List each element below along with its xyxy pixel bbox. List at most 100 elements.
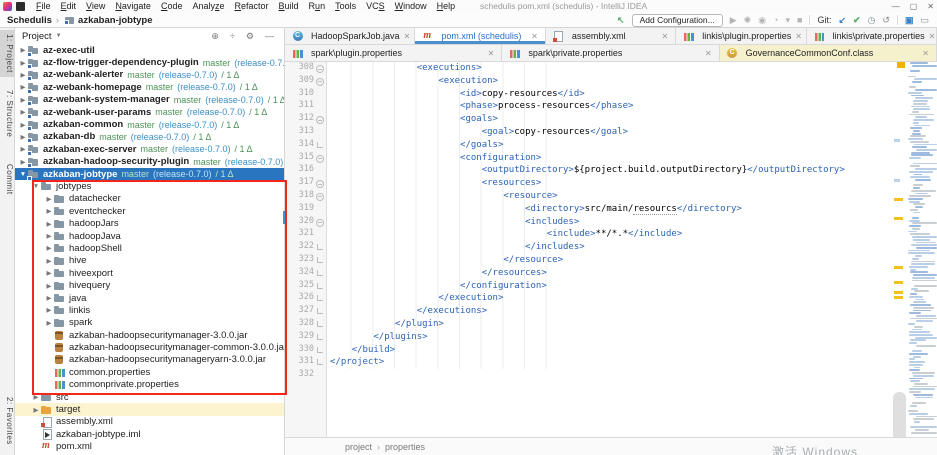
close-icon[interactable]: ✕ — [922, 49, 929, 58]
fold-end-icon[interactable] — [317, 142, 323, 148]
tree-item-hive[interactable]: ▶hive — [15, 255, 284, 267]
warning-mark[interactable] — [894, 179, 900, 182]
menu-window[interactable]: Window — [390, 0, 432, 13]
tree-item-java[interactable]: ▶java — [15, 292, 284, 304]
close-icon[interactable]: ✕ — [488, 49, 495, 58]
tree-item-azkaban-common[interactable]: ▶azkaban-commonmaster(release-0.7.0)/ 1 … — [15, 118, 284, 130]
tool-window-icon[interactable]: ▭ — [920, 13, 929, 27]
close-icon[interactable]: ✕ — [531, 32, 538, 41]
minimize-icon[interactable]: — — [892, 2, 900, 11]
editor-tab-spark-plugin.properties[interactable]: spark\plugin.properties✕ — [285, 45, 502, 61]
gear-icon[interactable]: ⚙ — [246, 31, 254, 42]
menu-code[interactable]: Code — [156, 0, 188, 13]
editor-tab-HadoopSparkJob.java[interactable]: HadoopSparkJob.java✕ — [285, 28, 415, 44]
menu-navigate[interactable]: Navigate — [110, 0, 156, 13]
fold-end-icon[interactable] — [317, 359, 323, 365]
tree-item-pom.xml[interactable]: pom.xml — [15, 441, 284, 453]
tree-item-azkaban-jobtype[interactable]: ▼azkaban-jobtypemaster(release-0.7.0)/ 1… — [15, 168, 284, 180]
warning-mark[interactable] — [894, 266, 903, 269]
menu-file[interactable]: File — [31, 0, 56, 13]
menu-run[interactable]: Run — [304, 0, 331, 13]
tree-item-commonprivate.properties[interactable]: commonprivate.properties — [15, 379, 284, 391]
warning-mark[interactable] — [894, 217, 903, 220]
tree-item-hadoopShell[interactable]: ▶hadoopShell — [15, 242, 284, 254]
menu-view[interactable]: View — [81, 0, 110, 13]
git-rollback-icon[interactable]: ↺ — [882, 13, 890, 27]
tree-item-azkaban-jobtype.iml[interactable]: azkaban-jobtype.iml — [15, 428, 284, 440]
breadcrumb-project[interactable]: project — [345, 442, 372, 452]
collapse-all-icon[interactable]: ÷ — [230, 31, 235, 42]
breadcrumb-module[interactable]: azkaban-jobtype — [78, 15, 152, 26]
fold-open-icon[interactable] — [316, 65, 324, 73]
git-update-icon[interactable]: ↙ — [838, 13, 846, 27]
fold-end-icon[interactable] — [317, 347, 323, 353]
warning-mark[interactable] — [894, 281, 903, 284]
breadcrumb-properties[interactable]: properties — [385, 442, 425, 452]
editor-tab-GovernanceCommonConf.class[interactable]: GovernanceCommonConf.class✕ — [720, 45, 937, 61]
warning-mark[interactable] — [894, 198, 903, 201]
warning-mark[interactable] — [894, 139, 900, 142]
menu-edit[interactable]: Edit — [56, 0, 82, 13]
editor-tab-spark-private.properties[interactable]: spark\private.properties✕ — [502, 45, 719, 61]
coverage-icon[interactable]: ◉ — [758, 13, 766, 27]
chevron-collapsed-icon[interactable]: ▶ — [44, 220, 54, 228]
chevron-collapsed-icon[interactable]: ▶ — [31, 393, 41, 401]
tree-item-spark[interactable]: ▶spark — [15, 317, 284, 329]
chevron-collapsed-icon[interactable]: ▶ — [31, 406, 41, 414]
tree-item-az-flow-trigger-dependency-plugin[interactable]: ▶az-flow-trigger-dependency-pluginmaster… — [15, 56, 284, 68]
tree-item-hadoopJars[interactable]: ▶hadoopJars — [15, 217, 284, 229]
tree-item-az-webank-system-manager[interactable]: ▶az-webank-system-managermaster(release-… — [15, 94, 284, 106]
tree-item-datachecker[interactable]: ▶datachecker — [15, 193, 284, 205]
menu-analyze[interactable]: Analyze — [187, 0, 229, 13]
warning-mark[interactable] — [894, 296, 903, 299]
menu-tools[interactable]: Tools — [330, 0, 361, 13]
close-icon[interactable]: ✕ — [795, 32, 802, 41]
tree-item-azkaban-hadoopsecuritymanageryarn-3.0.0.jar[interactable]: azkaban-hadoopsecuritymanageryarn-3.0.0.… — [15, 354, 284, 366]
warning-mark[interactable] — [894, 291, 903, 294]
fold-end-icon[interactable] — [317, 321, 323, 327]
tree-item-hivequery[interactable]: ▶hivequery — [15, 279, 284, 291]
fold-end-icon[interactable] — [317, 283, 323, 289]
stripe-structure-button[interactable]: 7: Structure — [0, 86, 14, 141]
maximize-icon[interactable]: ▢ — [910, 2, 918, 11]
chevron-collapsed-icon[interactable]: ▶ — [44, 257, 54, 265]
tree-item-eventchecker[interactable]: ▶eventchecker — [15, 205, 284, 217]
chevron-expanded-icon[interactable]: ▼ — [31, 183, 41, 190]
editor-tab-assembly.xml[interactable]: assembly.xml✕ — [546, 28, 676, 44]
add-configuration-button[interactable]: Add Configuration... — [632, 14, 723, 27]
fold-open-icon[interactable] — [316, 78, 324, 86]
tree-item-azkaban-exec-server[interactable]: ▶azkaban-exec-servermaster(release-0.7.0… — [15, 143, 284, 155]
tree-item-az-webank-alerter[interactable]: ▶az-webank-alertermaster(release-0.7.0)/… — [15, 69, 284, 81]
fold-open-icon[interactable] — [316, 193, 324, 201]
chevron-down-icon[interactable]: ▾ — [785, 13, 790, 27]
fold-end-icon[interactable] — [317, 257, 323, 263]
tree-item-az-exec-util[interactable]: ▶az-exec-util — [15, 44, 284, 56]
fold-end-icon[interactable] — [317, 270, 323, 276]
tree-item-hiveexport[interactable]: ▶hiveexport — [15, 267, 284, 279]
fold-end-icon[interactable] — [317, 244, 323, 250]
build-hammer-icon[interactable]: ↖ — [617, 13, 625, 27]
diff-viewer-icon[interactable]: ▣ — [905, 13, 914, 27]
editor-tab-pom.xml-schedulis-[interactable]: pom.xml (schedulis)✕ — [415, 28, 545, 44]
chevron-collapsed-icon[interactable]: ▶ — [44, 319, 54, 327]
chevron-collapsed-icon[interactable]: ▶ — [44, 232, 54, 240]
chevron-collapsed-icon[interactable]: ▶ — [44, 195, 54, 203]
chevron-collapsed-icon[interactable]: ▶ — [44, 282, 54, 290]
tree-item-az-webank-user-params[interactable]: ▶az-webank-user-paramsmaster(release-0.7… — [15, 106, 284, 118]
tree-item-azkaban-hadoop-security-plugin[interactable]: ▶azkaban-hadoop-security-pluginmaster(re… — [15, 156, 284, 168]
fold-open-icon[interactable] — [316, 180, 324, 188]
fold-end-icon[interactable] — [317, 334, 323, 340]
stop-icon[interactable]: ■ — [797, 13, 802, 27]
hide-panel-icon[interactable]: — — [265, 31, 274, 42]
chevron-collapsed-icon[interactable]: ▶ — [44, 244, 54, 252]
stripe-favorites-button[interactable]: 2: Favorites — [0, 393, 14, 449]
menu-vcs[interactable]: VCS — [361, 0, 390, 13]
close-icon[interactable]: ✕ — [705, 49, 712, 58]
chevron-collapsed-icon[interactable]: ▶ — [44, 207, 54, 215]
fold-end-icon[interactable] — [317, 308, 323, 314]
tree-item-target[interactable]: ▶target — [15, 403, 284, 415]
run-icon[interactable]: ▶ — [730, 13, 737, 27]
menu-refactor[interactable]: Refactor — [230, 0, 274, 13]
tree-item-jobtypes[interactable]: ▼jobtypes — [15, 180, 284, 192]
close-icon[interactable]: ✕ — [404, 32, 411, 41]
